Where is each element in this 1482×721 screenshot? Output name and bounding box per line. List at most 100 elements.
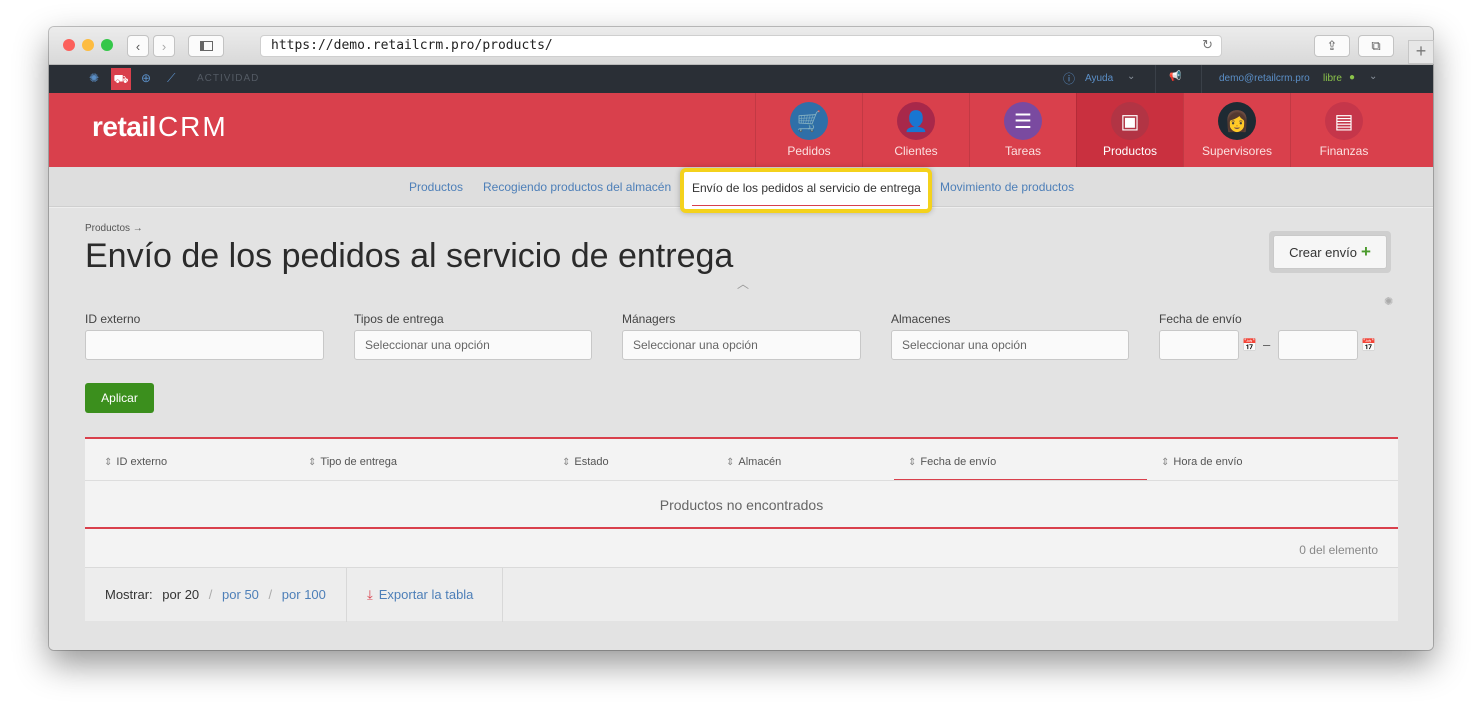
column-header[interactable]: ⇕ Fecha de envío	[908, 456, 996, 468]
tipos-select[interactable]: Seleccionar una opción	[354, 330, 592, 360]
nav-label: Tareas	[1004, 144, 1042, 158]
column-header[interactable]: ⇕ Estado	[562, 456, 609, 468]
column-header[interactable]: ⇕ Hora de envío	[1161, 456, 1243, 468]
chevron-down-icon[interactable]: ⌄	[1369, 71, 1377, 82]
active-underline	[692, 205, 920, 206]
column-header[interactable]: ⇕ Tipo de entrega	[308, 456, 397, 468]
minimize-window-button[interactable]	[82, 39, 94, 51]
column-label: Hora de envío	[1173, 456, 1243, 468]
main-header: retailCRM 🛒 Pedidos 👤 Clientes ☰ Tareas ▣ Produ…	[49, 93, 1433, 167]
maximize-window-button[interactable]	[101, 39, 113, 51]
nav-supervisores[interactable]: 👩 Supervisores	[1183, 93, 1290, 167]
sort-icon: ⇕	[726, 457, 735, 468]
address-bar[interactable]: https://demo.retailcrm.pro/products/ ↻	[260, 35, 1222, 57]
online-status-icon: ●	[1349, 72, 1356, 83]
chevron-left-icon: ‹	[135, 38, 141, 54]
chart-icon[interactable]: ⟋	[167, 71, 175, 86]
subnav-movimiento[interactable]: Movimiento de productos	[940, 180, 1074, 194]
sort-icon: ⇕	[562, 457, 571, 468]
subnav-envio-label: Envío de los pedidos al servicio de entr…	[692, 181, 921, 195]
box-icon: ▣	[1111, 102, 1149, 140]
fecha-to-input[interactable]	[1278, 330, 1358, 360]
nav-pedidos[interactable]: 🛒 Pedidos	[755, 93, 862, 167]
separator: /	[208, 587, 213, 602]
user-email[interactable]: demo@retailcrm.pro	[1219, 73, 1310, 84]
sidebar-toggle-button[interactable]	[188, 35, 224, 57]
sidebar-icon	[199, 41, 213, 51]
apply-button[interactable]: Aplicar	[85, 383, 154, 413]
calendar-icon[interactable]: 📅	[1242, 338, 1257, 352]
show-label: Mostrar:	[105, 587, 153, 602]
nav-label: Finanzas	[1319, 144, 1369, 158]
nav-label: Productos	[1102, 144, 1158, 158]
empty-message: Productos no encontrados	[659, 497, 824, 513]
subnav-recogiendo[interactable]: Recogiendo productos del almacén	[483, 180, 671, 194]
calendar-icon[interactable]: 📅	[1361, 338, 1376, 352]
tabs-button[interactable]: ⧉	[1358, 35, 1394, 57]
browser-toolbar: ‹ › https://demo.retailcrm.pro/products/…	[49, 27, 1433, 65]
supervisor-icon: 👩	[1218, 102, 1256, 140]
id-externo-input[interactable]	[85, 330, 324, 360]
chat-icon: ☰	[1004, 102, 1042, 140]
export-table-link[interactable]: ⤓ Exportar la tabla	[367, 587, 473, 603]
divider	[1201, 65, 1202, 93]
settings-icon[interactable]: ✺	[89, 71, 99, 85]
reload-icon[interactable]: ↻	[1202, 36, 1213, 56]
filter-id-label: ID externo	[85, 312, 141, 326]
sort-icon: ⇕	[1161, 457, 1170, 468]
logo-crm-text: CRM	[157, 111, 228, 142]
row-count: 0 del elemento	[1299, 543, 1378, 557]
new-tab-button[interactable]: +	[1408, 40, 1434, 64]
sort-icon: ⇕	[104, 457, 113, 468]
fecha-from-input[interactable]	[1159, 330, 1239, 360]
tabs-icon: ⧉	[1371, 38, 1381, 53]
column-header[interactable]: ⇕ Almacén	[726, 456, 781, 468]
activity-link[interactable]: ACTIVIDAD	[197, 73, 259, 84]
plan-badge: libre	[1323, 73, 1342, 84]
breadcrumb[interactable]: Productos →	[85, 223, 143, 234]
create-label: Crear envío	[1289, 245, 1357, 260]
logo-text: retail	[92, 111, 156, 142]
plus-icon: +	[1360, 242, 1371, 261]
crm-topbar: ✺ ⛟ ⊕ ⟋ ACTIVIDAD ⓘ Ayuda ⌄ 📢 demo@retai…	[49, 65, 1433, 93]
divider	[346, 568, 347, 622]
column-label: Fecha de envío	[920, 456, 997, 468]
separator: /	[268, 587, 273, 602]
divider	[502, 568, 503, 622]
page-size-50[interactable]: por 50	[222, 587, 259, 602]
nav-tareas[interactable]: ☰ Tareas	[969, 93, 1076, 167]
divider	[1155, 65, 1156, 93]
retailcrm-logo[interactable]: retailCRM	[92, 111, 228, 143]
table-footer: Mostrar: por 20 / por 50 / por 100 ⤓ Expo…	[85, 567, 1398, 622]
almacenes-select[interactable]: Seleccionar una opción	[891, 330, 1129, 360]
page-size-current: por 20	[162, 587, 200, 602]
subnav-envio-active[interactable]: Envío de los pedidos al servicio de entr…	[680, 168, 932, 213]
shipments-table: ⇕ ID externo ⇕ Tipo de entrega ⇕ Estado ⇕ Almac…	[85, 437, 1398, 622]
filter-settings-icon[interactable]: ✺	[1384, 295, 1393, 308]
chevron-down-icon[interactable]: ⌄	[1127, 71, 1135, 82]
collapse-chevron-icon[interactable]: ︿	[729, 275, 757, 293]
share-button[interactable]: ⇪	[1314, 35, 1350, 57]
back-button[interactable]: ‹	[127, 35, 149, 57]
create-shipment-inner: Crear envío +	[1273, 235, 1387, 269]
page-size-100[interactable]: por 100	[282, 587, 326, 602]
divider	[85, 527, 1398, 529]
megaphone-icon[interactable]: 📢	[1169, 71, 1181, 82]
nav-finanzas[interactable]: ▤ Finanzas	[1290, 93, 1397, 167]
nav-clientes[interactable]: 👤 Clientes	[862, 93, 969, 167]
close-window-button[interactable]	[63, 39, 75, 51]
divider	[85, 480, 1398, 481]
cart-icon[interactable]: ⛟	[111, 68, 131, 90]
target-icon[interactable]: ⊕	[141, 71, 151, 85]
managers-select[interactable]: Seleccionar una opción	[622, 330, 861, 360]
create-shipment-button[interactable]: Crear envío +	[1269, 231, 1391, 273]
nav-label: Clientes	[894, 144, 938, 158]
subnav-productos[interactable]: Productos	[409, 180, 463, 194]
sort-icon: ⇕	[308, 457, 317, 468]
column-header[interactable]: ⇕ ID externo	[104, 456, 167, 468]
sort-icon: ⇕	[908, 457, 917, 468]
forward-button[interactable]: ›	[153, 35, 175, 57]
nav-productos[interactable]: ▣ Productos	[1076, 93, 1183, 167]
cart-icon: 🛒	[790, 102, 828, 140]
help-link[interactable]: Ayuda	[1085, 73, 1113, 84]
